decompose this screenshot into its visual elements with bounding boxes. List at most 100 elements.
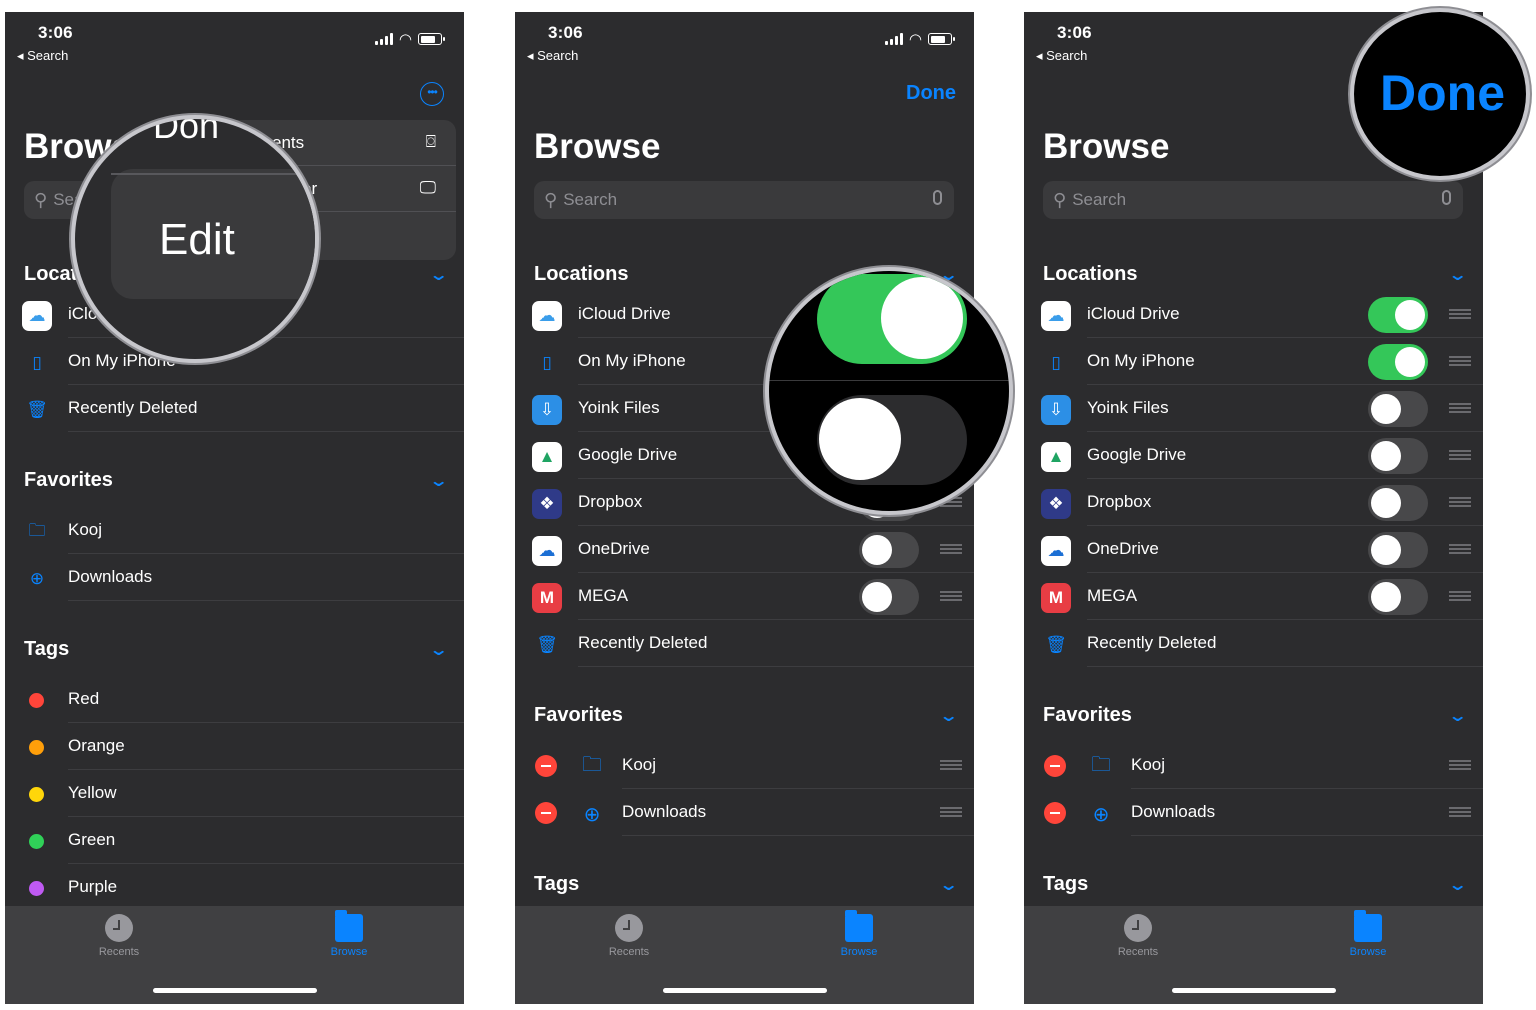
status-icons: ◠ — [374, 30, 445, 48]
tag-row-purple[interactable]: Purple — [5, 864, 464, 911]
chevron-down-icon[interactable]: ⌄ — [938, 875, 958, 895]
section-title: Tags — [1043, 873, 1089, 895]
visibility-toggle[interactable] — [1368, 485, 1428, 521]
back-to-search-link[interactable]: ◂ Search — [1036, 48, 1087, 64]
tag-row-red[interactable]: Red — [5, 676, 464, 723]
chevron-down-icon[interactable]: ⌄ — [1447, 706, 1467, 726]
done-button[interactable]: Done — [906, 82, 956, 105]
location-label: Google Drive — [578, 445, 678, 464]
section-header-favorites[interactable]: Favorites ⌄ — [1043, 704, 1468, 734]
visibility-toggle[interactable] — [1368, 532, 1428, 568]
favorite-row-kooj[interactable]: 🗀 Kooj — [515, 742, 974, 789]
reorder-handle-icon[interactable] — [1449, 544, 1471, 554]
location-row-on-my-iphone[interactable]: ▯ On My iPhone — [1024, 338, 1483, 385]
reorder-handle-icon[interactable] — [1449, 760, 1471, 770]
visibility-toggle[interactable] — [1368, 579, 1428, 615]
visibility-toggle[interactable] — [1368, 391, 1428, 427]
visibility-toggle[interactable] — [859, 579, 919, 615]
reorder-handle-icon[interactable] — [940, 591, 962, 601]
location-row-recently-deleted[interactable]: 🗑 Recently Deleted — [5, 385, 464, 432]
reorder-handle-icon[interactable] — [1449, 450, 1471, 460]
reorder-handle-icon[interactable] — [1449, 807, 1471, 817]
chevron-down-icon[interactable]: ⌄ — [428, 265, 448, 285]
magnifier-done-text: Don — [153, 115, 220, 146]
reorder-handle-icon[interactable] — [1449, 356, 1471, 366]
section-header-favorites[interactable]: Favorites ⌄ — [24, 469, 449, 499]
visibility-toggle[interactable] — [859, 532, 919, 568]
more-options-button[interactable]: ••• — [420, 82, 444, 106]
search-field[interactable]: ⚲ Search — [534, 181, 954, 219]
visibility-toggle[interactable] — [1368, 297, 1428, 333]
location-row-recently-deleted[interactable]: 🗑 Recently Deleted — [1024, 620, 1483, 667]
reorder-handle-icon[interactable] — [940, 760, 962, 770]
tab-browse[interactable]: Browse — [1323, 910, 1413, 958]
location-row-onedrive[interactable]: ☁ OneDrive — [1024, 526, 1483, 573]
tag-row-green[interactable]: Green — [5, 817, 464, 864]
location-label: Recently Deleted — [68, 398, 198, 417]
section-header-tags[interactable]: Tags ⌄ — [1043, 873, 1468, 903]
tab-recents[interactable]: Recents — [1093, 914, 1183, 958]
location-label: Dropbox — [1087, 492, 1152, 511]
section-header-locations[interactable]: Locations ⌄ — [1043, 263, 1468, 293]
chevron-down-icon[interactable]: ⌄ — [428, 471, 448, 491]
tab-browse[interactable]: Browse — [304, 910, 394, 958]
page-title: Browse — [534, 127, 661, 166]
favorite-row-kooj[interactable]: 🗀 Kooj — [5, 507, 464, 554]
location-row-mega[interactable]: M MEGA — [515, 573, 974, 620]
microphone-icon[interactable] — [933, 190, 942, 205]
folder-icon: 🗀 — [582, 754, 602, 776]
reorder-handle-icon[interactable] — [940, 807, 962, 817]
favorite-row-kooj[interactable]: 🗀 Kooj — [1024, 742, 1483, 789]
section-header-tags[interactable]: Tags ⌄ — [534, 873, 959, 903]
google-drive-icon: ▲ — [1041, 442, 1071, 472]
favorite-label: Downloads — [622, 802, 707, 821]
section-header-tags[interactable]: Tags ⌄ — [24, 638, 449, 668]
edit-menu-item[interactable]: Edit — [159, 215, 235, 265]
magnified-toggle-off[interactable] — [817, 395, 967, 485]
back-to-search-link[interactable]: ◂ Search — [527, 48, 578, 64]
remove-favorite-button[interactable] — [1044, 802, 1066, 824]
reorder-handle-icon[interactable] — [1449, 309, 1471, 319]
location-row-onedrive[interactable]: ☁ OneDrive — [515, 526, 974, 573]
download-icon: ⊕ — [29, 569, 45, 588]
favorite-row-downloads[interactable]: ⊕ Downloads — [1024, 789, 1483, 836]
chevron-down-icon[interactable]: ⌄ — [428, 640, 448, 660]
chevron-down-icon[interactable]: ⌄ — [1447, 265, 1467, 285]
location-row-mega[interactable]: M MEGA — [1024, 573, 1483, 620]
magnified-toggle-on[interactable] — [817, 274, 967, 364]
section-header-favorites[interactable]: Favorites ⌄ — [534, 704, 959, 734]
tab-recents[interactable]: Recents — [74, 914, 164, 958]
location-row-yoink-files[interactable]: ⇩ Yoink Files — [1024, 385, 1483, 432]
yoink-icon: ⇩ — [532, 395, 562, 425]
location-label: Dropbox — [578, 492, 643, 511]
tab-browse[interactable]: Browse — [814, 910, 904, 958]
reorder-handle-icon[interactable] — [940, 544, 962, 554]
reorder-handle-icon[interactable] — [1449, 591, 1471, 601]
wifi-icon: ◠ — [908, 31, 922, 48]
chevron-down-icon[interactable]: ⌄ — [938, 706, 958, 726]
microphone-icon[interactable] — [1442, 190, 1451, 205]
favorite-row-downloads[interactable]: ⊕ Downloads — [515, 789, 974, 836]
remove-favorite-button[interactable] — [535, 755, 557, 777]
remove-favorite-button[interactable] — [535, 802, 557, 824]
location-row-icloud-drive[interactable]: ☁ iCloud Drive — [1024, 291, 1483, 338]
chevron-down-icon[interactable]: ⌄ — [1447, 875, 1467, 895]
back-to-search-link[interactable]: ◂ Search — [17, 48, 68, 64]
folder-icon — [845, 910, 873, 942]
location-row-recently-deleted[interactable]: 🗑 Recently Deleted — [515, 620, 974, 667]
tab-recents[interactable]: Recents — [584, 914, 674, 958]
tag-row-orange[interactable]: Orange — [5, 723, 464, 770]
tag-row-yellow[interactable]: Yellow — [5, 770, 464, 817]
search-field[interactable]: ⚲ Search — [1043, 181, 1463, 219]
visibility-toggle[interactable] — [1368, 438, 1428, 474]
remove-favorite-button[interactable] — [1044, 755, 1066, 777]
favorite-row-downloads[interactable]: ⊕ Downloads — [5, 554, 464, 601]
location-row-dropbox[interactable]: ❖ Dropbox — [1024, 479, 1483, 526]
folder-icon — [1354, 910, 1382, 942]
visibility-toggle[interactable] — [1368, 344, 1428, 380]
onedrive-icon: ☁ — [1041, 536, 1071, 566]
reorder-handle-icon[interactable] — [1449, 403, 1471, 413]
done-button[interactable]: Done — [1380, 64, 1505, 122]
location-row-google-drive[interactable]: ▲ Google Drive — [1024, 432, 1483, 479]
reorder-handle-icon[interactable] — [1449, 497, 1471, 507]
